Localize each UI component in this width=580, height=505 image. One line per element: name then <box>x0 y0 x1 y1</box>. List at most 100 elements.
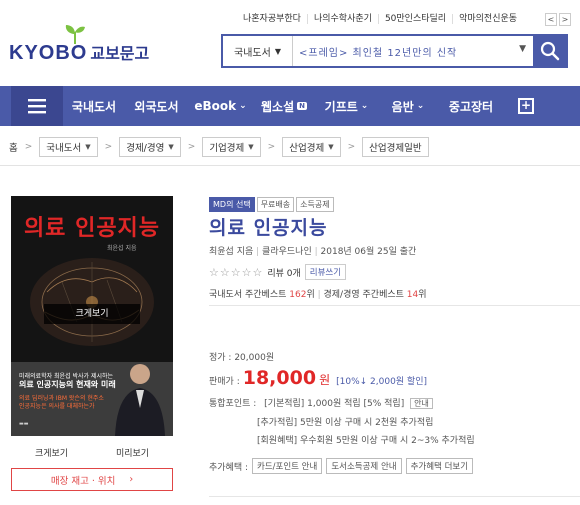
breadcrumb-select-level2[interactable]: 경제/경영 ▼ <box>119 137 181 157</box>
breadcrumb-home[interactable]: 홈 <box>9 140 18 154</box>
caret-down-icon: ▼ <box>248 143 254 151</box>
author-photo-image <box>115 364 165 436</box>
points-additional: [추가적립] 5만원 이상 구매 시 2천원 추가적립 <box>257 418 434 428</box>
list-price-label: 정가 : <box>209 353 235 363</box>
book-tax-info-button[interactable]: 도서소득공제 안내 <box>326 458 402 474</box>
points-info-button[interactable]: 안내 <box>410 398 433 409</box>
search-input[interactable]: <프레임> 최인철 12년만의 신작 ▼ <box>293 36 533 66</box>
top-links: 나혼자공부한다 나의수학사춘기 50만인스타딜리 악마의전신운동 <box>237 14 523 24</box>
breadcrumb-select-level3[interactable]: 기업경제 ▼ <box>202 137 261 157</box>
card-point-info-button[interactable]: 카드/포인트 안내 <box>252 458 323 474</box>
breadcrumb: 홈 > 국내도서 ▼ > 경제/경영 ▼ > 기업경제 ▼ > 산업경제 ▼ > 산업경… <box>9 137 429 157</box>
search-dropdown-icon[interactable]: ▼ <box>519 44 527 54</box>
more-benefits-button[interactable]: 추가혜택 더보기 <box>405 458 474 474</box>
cover-zoom-overlay[interactable]: 크게보기 <box>44 304 140 324</box>
bestseller-unit: 위 <box>306 290 315 300</box>
search-button[interactable] <box>533 36 566 66</box>
breadcrumb-level-label: 경제/경영 <box>126 143 165 154</box>
breadcrumb-current[interactable]: 산업경제일반 <box>362 137 429 157</box>
caret-down-icon: ▼ <box>168 143 174 151</box>
nav-item-label: 중고장터 <box>448 99 494 114</box>
top-link[interactable]: 50만인스타딜리 <box>377 14 452 24</box>
breadcrumb-arrow-icon: > <box>104 142 113 152</box>
next-arrow-icon[interactable]: > <box>559 13 571 26</box>
breadcrumb-select-level1[interactable]: 국내도서 ▼ <box>39 137 98 157</box>
nav-item[interactable]: 웹소설 N <box>253 98 315 115</box>
nav-item[interactable]: 국내도서 <box>63 98 125 115</box>
rating-row: ☆☆☆☆☆ 리뷰 0개 리뷰쓰기 <box>209 264 347 280</box>
menu-button[interactable] <box>11 86 63 126</box>
bestseller-rank: 162 <box>289 290 307 300</box>
search-category-label: 국내도서 <box>234 47 271 59</box>
cover-blurb: 의료 인공지능의 현재와 미래 <box>19 380 116 389</box>
new-badge: N <box>297 102 307 110</box>
hamburger-icon <box>28 99 46 114</box>
discount-info: [10%↓ 2,000원 할인] <box>336 377 428 387</box>
top-link[interactable]: 나혼자공부한다 <box>237 14 307 24</box>
nav-item[interactable]: 음반 ⌄ <box>378 98 438 115</box>
divider <box>209 305 580 306</box>
publisher-logo-icon: ▬▬ <box>19 421 29 427</box>
search-category-select[interactable]: 국내도서 ▼ <box>223 36 293 66</box>
search-bar: 국내도서 ▼ <프레임> 최인철 12년만의 신작 ▼ <box>221 34 568 68</box>
breadcrumb-arrow-icon: > <box>187 142 196 152</box>
plus-icon[interactable]: + <box>518 98 534 114</box>
bestseller-label: 국내도서 주간베스트 <box>209 290 290 300</box>
nav-item-label: 기프트 <box>324 99 358 114</box>
nav-item-label: 외국도서 <box>134 99 179 114</box>
zoom-link[interactable]: 크게보기 <box>35 446 68 459</box>
top-link[interactable]: 나의수학사춘기 <box>306 14 378 24</box>
nav-item[interactable]: 외국도서 <box>125 98 188 115</box>
bestseller-label: 경제/경영 주간베스트 <box>323 290 407 300</box>
nav-item[interactable]: eBook ⌄ <box>188 99 253 113</box>
caret-down-icon: ▼ <box>328 143 334 151</box>
nav-item[interactable]: 중고장터 <box>438 98 504 115</box>
breadcrumb-select-level4[interactable]: 산업경제 ▼ <box>282 137 341 157</box>
chevron-down-icon: ⌄ <box>416 101 425 111</box>
list-price: 정가 : 20,000원 <box>209 350 274 363</box>
breadcrumb-level-label: 국내도서 <box>46 143 82 154</box>
store-stock-button[interactable]: 매장 재고 · 위치 › <box>11 468 173 491</box>
chevron-right-icon: › <box>129 474 134 485</box>
chevron-down-icon: ⌄ <box>239 101 247 111</box>
list-price-value: 20,000원 <box>234 353 275 363</box>
breadcrumb-arrow-icon: > <box>24 142 33 152</box>
nav-item-label: eBook <box>194 99 237 113</box>
main-nav: 국내도서 외국도서 eBook ⌄ 웹소설 N 기프트 ⌄ 음반 ⌄ 중고장터 + <box>0 86 580 126</box>
nav-item-label: 음반 <box>391 99 414 114</box>
preview-link[interactable]: 미리보기 <box>116 446 149 459</box>
tag-free-shipping: 무료배송 <box>256 197 295 212</box>
bestseller-rank: 14 <box>406 290 419 300</box>
bestseller-domestic[interactable]: 국내도서 주간베스트 162위 <box>209 290 315 300</box>
top-links-carousel: < > <box>545 13 571 26</box>
breadcrumb-level-label: 기업경제 <box>209 143 245 154</box>
top-link[interactable]: 악마의전신운동 <box>452 14 523 24</box>
tag-tax-deduction: 소득공제 <box>296 197 334 212</box>
points-basic: [기본적립] 1,000원 적립 [5% 적립] <box>264 399 405 409</box>
sale-price-row: 판매가 : 18,000 원 [10%↓ 2,000원 할인] <box>209 367 427 389</box>
cover-actions: 크게보기 미리보기 <box>11 446 173 459</box>
write-review-button[interactable]: 리뷰쓰기 <box>304 264 347 280</box>
cover-blurb: 인공지능은 의사를 대체하는가 <box>19 403 95 410</box>
store-stock-label: 매장 재고 · 위치 <box>50 475 116 487</box>
cover-title: 의료 인공지능 <box>23 216 161 241</box>
extra-label: 추가혜택 : <box>209 462 249 473</box>
breadcrumb-level-label: 산업경제 <box>289 143 325 154</box>
caret-down-icon: ▼ <box>85 143 91 151</box>
book-cover[interactable]: 의료 인공지능 최윤섭 지음 크게보기 미래의료학자 최윤섭 박사가 제시하는 … <box>11 196 173 436</box>
nav-item-label: 국내도서 <box>71 99 117 114</box>
book-title: 의료 인공지능 <box>209 217 328 239</box>
prev-arrow-icon[interactable]: < <box>545 13 557 26</box>
author-link[interactable]: 최윤섭 지음 <box>209 247 253 257</box>
bestseller-ranks: 국내도서 주간베스트 162위 | 경제/경영 주간베스트 14위 <box>209 290 427 300</box>
publisher-link[interactable]: 클라우드나인 <box>262 247 312 257</box>
cover-brain-image <box>30 258 154 346</box>
review-count[interactable]: 리뷰 0개 <box>267 266 300 279</box>
points-member: [회원혜택] 우수회원 5만원 이상 구매 시 2~3% 추가적립 <box>257 436 475 446</box>
star-rating-icon: ☆☆☆☆☆ <box>209 265 264 279</box>
nav-item[interactable]: 기프트 ⌄ <box>315 98 378 115</box>
publish-date: 2018년 06월 25일 출간 <box>320 247 417 257</box>
bestseller-category[interactable]: 경제/경영 주간베스트 14위 <box>324 290 427 300</box>
chevron-down-icon: ▼ <box>274 46 281 56</box>
divider <box>209 496 580 497</box>
